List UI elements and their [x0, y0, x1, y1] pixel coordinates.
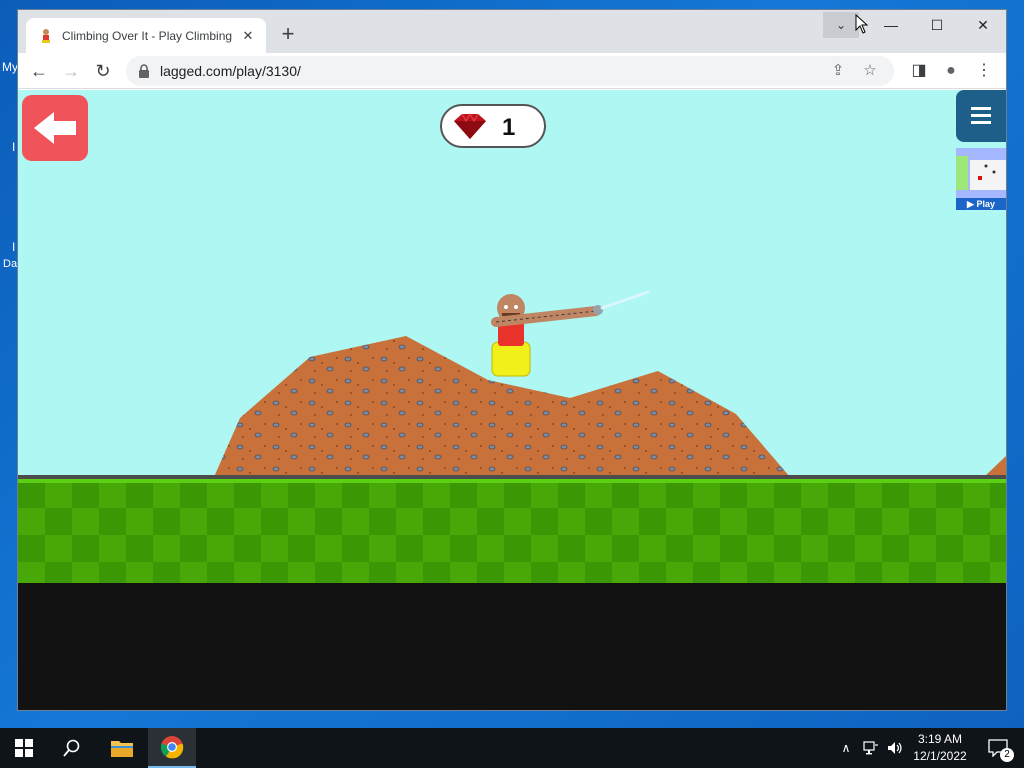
player-character — [491, 290, 650, 377]
gem-counter: 1 — [440, 104, 546, 148]
gem-count: 1 — [502, 114, 516, 141]
browser-toolbar: ← → ↻ lagged.com/play/3130/ ⇪ ☆ ◨ ● ⋮ — [18, 53, 1006, 89]
bookmark-star-icon[interactable]: ☆ — [860, 61, 880, 81]
chrome-taskbar-button[interactable] — [148, 728, 196, 768]
search-icon — [63, 739, 80, 757]
search-button[interactable] — [48, 728, 96, 768]
reload-button[interactable]: ↻ — [90, 58, 116, 84]
profile-avatar-icon[interactable]: ● — [938, 58, 964, 84]
url-text[interactable]: lagged.com/play/3130/ — [160, 63, 301, 79]
tray-chevron-icon[interactable]: ∧ — [836, 728, 856, 768]
promo-game-thumbnail[interactable]: ▶ Play — [956, 148, 1006, 210]
desktop-icon-label[interactable]: Da — [3, 258, 17, 270]
address-bar[interactable]: lagged.com/play/3130/ ⇪ ☆ — [126, 56, 894, 86]
browser-menu-icon[interactable]: ⋮ — [971, 58, 997, 84]
action-center-button[interactable]: 2 — [978, 728, 1018, 768]
arrow-left-icon — [34, 112, 76, 144]
windows-logo-icon — [15, 739, 33, 757]
maximize-button[interactable]: ☐ — [914, 10, 960, 40]
mouse-cursor-icon — [855, 14, 869, 34]
windows-taskbar: ∧ 3:19 AM 12/1/2022 2 — [0, 728, 1024, 768]
network-icon[interactable] — [860, 728, 882, 768]
forward-nav-button[interactable]: → — [58, 58, 84, 84]
share-icon[interactable]: ⇪ — [828, 61, 848, 81]
volume-icon[interactable] — [884, 728, 906, 768]
notification-count-badge: 2 — [1000, 748, 1014, 762]
grass-top — [18, 479, 1006, 483]
close-window-button[interactable]: ✕ — [960, 10, 1006, 40]
lock-icon — [139, 64, 149, 78]
side-panel-icon[interactable]: ◨ — [906, 58, 932, 84]
network-glyph-icon — [863, 741, 878, 755]
ruby-gem-icon — [454, 112, 486, 139]
desktop-icon-label[interactable]: I — [12, 140, 15, 154]
tab-title: Climbing Over It - Play Climbing — [62, 28, 233, 43]
game-canvas[interactable]: 1 ▶ Play — [18, 90, 1006, 710]
folder-icon — [111, 741, 133, 757]
game-thumbnail-image — [956, 148, 1006, 198]
grass-ground — [18, 481, 1006, 583]
tab-search-button[interactable]: ⌄ — [823, 12, 859, 38]
desktop-icon-label[interactable]: My — [2, 60, 18, 74]
tab-close-icon[interactable]: ✕ — [240, 28, 256, 44]
minimize-button[interactable]: — — [868, 10, 914, 40]
game-menu-button[interactable] — [956, 90, 1006, 142]
speaker-glyph-icon — [888, 742, 902, 754]
game-bottom-area — [18, 583, 1006, 710]
desktop-icon-label[interactable]: I — [12, 240, 15, 254]
file-explorer-button[interactable] — [98, 728, 146, 768]
browser-window: Climbing Over It - Play Climbing ✕ + ⌄ —… — [18, 10, 1006, 710]
game-back-button[interactable] — [22, 95, 88, 161]
game-favicon-icon — [42, 28, 50, 43]
thumbnail-play-label[interactable]: ▶ Play — [956, 198, 1006, 210]
clock-time: 3:19 AM — [917, 732, 963, 746]
hamburger-menu-icon — [971, 107, 991, 124]
browser-tab[interactable]: Climbing Over It - Play Climbing ✕ — [26, 18, 266, 53]
system-clock[interactable]: 3:19 AM 12/1/2022 — [908, 731, 972, 765]
start-button[interactable] — [0, 728, 48, 768]
chrome-icon — [160, 736, 184, 759]
clock-date: 12/1/2022 — [913, 749, 967, 763]
back-nav-button[interactable]: ← — [26, 58, 52, 84]
new-tab-button[interactable]: + — [276, 23, 300, 47]
